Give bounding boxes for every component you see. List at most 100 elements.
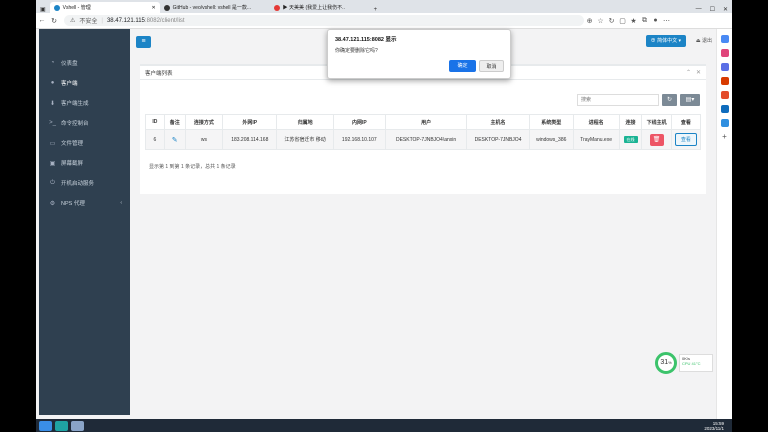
clients-table: ID 备注 连接方式 外网IP 归属地 内网IP 用户 主机名 系统类型 进程名…: [145, 114, 702, 150]
view-button[interactable]: 查看: [674, 133, 697, 146]
zoom-icon[interactable]: ⊕: [584, 17, 595, 25]
cpu-temp: CPU 41°C: [682, 361, 701, 366]
edit-icon[interactable]: ✎: [172, 137, 178, 144]
close-icon[interactable]: ✕: [696, 69, 701, 76]
collapse-icon[interactable]: ⌃: [686, 69, 691, 76]
collections-icon[interactable]: ▢: [617, 17, 628, 25]
logout-button[interactable]: ⏏ 退出: [696, 35, 712, 47]
client-list-panel: 客户端列表 ⌃ ✕ ↻ ▤▾ ID 备注 连接方式 外网IP: [140, 64, 706, 194]
panel-title: 客户端列表: [145, 70, 173, 77]
tools-icon[interactable]: [720, 63, 729, 71]
col-header[interactable]: 下线主机: [641, 114, 672, 130]
tab-vshell[interactable]: Vshell - 管理 ✕: [49, 2, 160, 13]
browser-sidebar: +: [716, 29, 732, 419]
chevron-left-icon: ‹: [120, 200, 122, 206]
system-clock[interactable]: 15:59 2023/11/1: [704, 421, 724, 431]
app-body: ◔ 仪表盘 ● 客户端 ⬇ 客户端生成 >_ 命令控制台 ▭ 文件管理 ▣ 屏幕…: [36, 29, 716, 419]
cpu-ring: 31%: [655, 352, 677, 374]
drop-icon[interactable]: [720, 119, 729, 127]
columns-icon: ▤▾: [685, 97, 695, 103]
profile-avatar[interactable]: ●: [650, 17, 661, 24]
search-icon[interactable]: [720, 35, 729, 43]
sidebar-item-dashboard[interactable]: ◔ 仪表盘: [39, 53, 130, 73]
browser-menu-icon[interactable]: ▣: [36, 6, 50, 13]
favorite-icon[interactable]: ☆: [595, 17, 606, 25]
col-header[interactable]: 主机名: [466, 114, 530, 130]
col-header[interactable]: 用户: [384, 114, 468, 130]
minimize-button[interactable]: —: [692, 6, 706, 13]
extensions-icon[interactable]: ⧉: [639, 17, 650, 25]
windows-start-icon[interactable]: [39, 420, 52, 431]
sidebar-item-clients[interactable]: ● 客户端: [39, 73, 130, 93]
terminal-icon: >_: [49, 120, 56, 126]
cell-process: TrayManu.exe: [572, 129, 620, 150]
security-label: 不安全: [79, 19, 98, 25]
refresh-button[interactable]: ↻: [662, 94, 677, 106]
add-icon[interactable]: +: [721, 133, 729, 141]
sidebar-item-client-gen[interactable]: ⬇ 客户端生成: [39, 93, 130, 113]
col-header[interactable]: 备注: [163, 114, 186, 130]
screen: ▣ Vshell - 管理 ✕ GitHub - veo/vshell: vsh…: [36, 0, 732, 432]
warning-icon: ⚠: [70, 18, 76, 24]
cpu-card: 0K/s CPU 41°C: [679, 354, 713, 372]
cell-location: 江苏省宿迁市 移动: [276, 129, 334, 150]
favorites-icon[interactable]: ★: [628, 17, 639, 25]
sidebar-item-label: 仪表盘: [61, 61, 78, 67]
sidebar-item-label: 客户端生成: [61, 101, 89, 107]
col-header[interactable]: 连接: [618, 114, 643, 130]
cell-conn-type: ws: [184, 129, 224, 150]
globe-icon: ⊕: [650, 38, 656, 44]
refresh-icon: ↻: [666, 97, 673, 103]
tab-music[interactable]: ▶ 天美美 (我爱上让我伤不..: [270, 2, 370, 13]
clock-date: 2023/11/1: [704, 425, 724, 431]
cancel-button[interactable]: 取消: [479, 60, 504, 72]
games-icon[interactable]: [720, 77, 729, 85]
download-icon: ⬇: [49, 100, 56, 107]
col-header[interactable]: 进程名: [572, 114, 620, 130]
user-icon: ●: [50, 80, 55, 86]
maximize-button[interactable]: ☐: [706, 6, 719, 13]
col-header[interactable]: 系统类型: [528, 114, 574, 130]
col-header[interactable]: 外网IP: [222, 114, 278, 130]
sidebar-item-label: 命令控制台: [61, 121, 89, 127]
tab-close-icon[interactable]: ✕: [151, 5, 155, 11]
cell-status: 在线: [618, 129, 643, 150]
url-field[interactable]: ⚠ 不安全 | 38.47.121.115:8082/client/list: [64, 15, 584, 26]
col-header[interactable]: ID: [145, 114, 165, 130]
cpu-widget[interactable]: 31% 0K/s CPU 41°C: [655, 348, 715, 378]
file-explorer-icon[interactable]: [71, 420, 84, 431]
trash-icon: 🗑: [652, 136, 661, 143]
tab-github[interactable]: GitHub - veo/vshell: vshell 是一款...: [160, 2, 270, 13]
reload-icon[interactable]: ↻: [48, 17, 60, 25]
sidebar-item-console[interactable]: >_ 命令控制台: [39, 113, 130, 133]
cpu-percent: 31: [660, 359, 669, 366]
col-header[interactable]: 内网IP: [332, 114, 386, 130]
more-icon[interactable]: ⋯: [661, 17, 672, 25]
taskbar: 15:59 2023/11/1: [36, 419, 732, 432]
sidebar-item-screenshot[interactable]: ▣ 屏幕截屏: [39, 153, 130, 173]
cell-hostname: DESKTOP-7JNBJO4: [466, 129, 530, 150]
shopping-icon[interactable]: [720, 49, 729, 57]
outlook-icon[interactable]: [720, 105, 729, 113]
refresh-icon[interactable]: ↻: [606, 17, 617, 25]
back-icon[interactable]: ←: [36, 17, 48, 24]
language-button[interactable]: ⊕ 简体中文 ▾: [645, 35, 686, 47]
close-window-button[interactable]: ✕: [719, 6, 732, 13]
table-toolbar: ↻ ▤▾: [577, 94, 700, 106]
columns-button[interactable]: ▤▾: [680, 94, 700, 106]
edge-browser-icon[interactable]: [55, 420, 68, 431]
office-icon[interactable]: [720, 91, 729, 99]
col-header[interactable]: 归属地: [276, 114, 334, 130]
dashboard-icon: ◔: [50, 60, 55, 66]
cell-lan-ip: 192.168.10.107: [332, 129, 386, 150]
col-header[interactable]: 查看: [670, 114, 702, 130]
menu-toggle-button[interactable]: ≡: [136, 36, 151, 48]
col-header[interactable]: 连接方式: [184, 114, 224, 130]
sidebar-item-nps-proxy[interactable]: ⚙ NPS 代理 ‹: [39, 193, 130, 213]
ok-button[interactable]: 确定: [449, 60, 476, 72]
delete-button[interactable]: 🗑: [649, 133, 664, 146]
sidebar-item-files[interactable]: ▭ 文件管理: [39, 133, 130, 153]
sidebar-item-label: 开机启动服务: [61, 181, 95, 187]
search-input[interactable]: [577, 94, 659, 106]
sidebar-item-autostart[interactable]: ⏻ 开机启动服务: [39, 173, 130, 193]
